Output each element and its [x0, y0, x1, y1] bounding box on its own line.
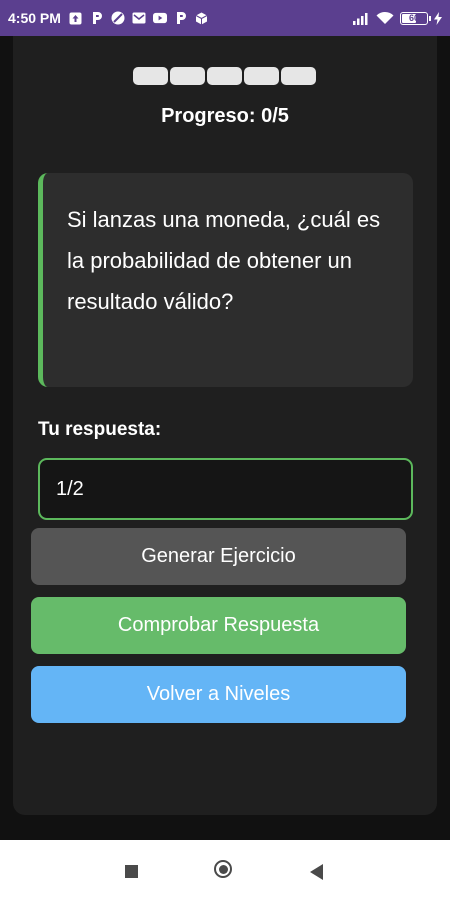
navigation-bar	[0, 840, 450, 900]
back-icon[interactable]	[310, 864, 323, 880]
upload-icon	[69, 11, 83, 25]
battery-level: 60	[408, 13, 419, 23]
status-time: 4:50 PM	[8, 10, 61, 26]
home-icon[interactable]	[214, 860, 232, 878]
progress-segment	[207, 67, 242, 85]
parking-icon	[90, 11, 104, 25]
system-icons: 60	[352, 11, 442, 25]
app-screen: 4:50 PM 60 Progreso: 0/5 Si lanzas una m…	[0, 0, 450, 900]
progress-segment	[133, 67, 168, 85]
answer-label: Tu respuesta:	[38, 419, 162, 440]
notification-icons	[69, 11, 209, 25]
battery-tip	[429, 15, 431, 21]
blocked-icon	[111, 11, 125, 25]
progress-segment	[281, 67, 316, 85]
recents-icon[interactable]	[125, 865, 138, 878]
generate-exercise-button[interactable]: Generar Ejercicio	[31, 528, 406, 585]
signal-icon	[352, 11, 370, 25]
question-text: Si lanzas una moneda, ¿cuál es la probab…	[67, 207, 381, 314]
charging-icon	[434, 11, 442, 25]
question-box: Si lanzas una moneda, ¿cuál es la probab…	[38, 173, 413, 387]
youtube-icon	[152, 11, 167, 25]
check-answer-button[interactable]: Comprobar Respuesta	[31, 597, 406, 654]
progress-segment	[244, 67, 279, 85]
back-to-levels-button[interactable]: Volver a Niveles	[31, 666, 406, 723]
wifi-icon	[376, 11, 394, 25]
answer-input[interactable]	[38, 458, 413, 520]
package-icon	[195, 11, 209, 25]
parking-icon	[174, 11, 188, 25]
progress-bar	[133, 67, 316, 85]
battery-icon: 60	[400, 11, 431, 25]
home-icon-dot	[218, 864, 228, 874]
status-bar: 4:50 PM 60	[0, 0, 450, 36]
progress-segment	[170, 67, 205, 85]
progress-label: Progreso: 0/5	[161, 105, 289, 127]
mail-icon	[132, 11, 146, 25]
